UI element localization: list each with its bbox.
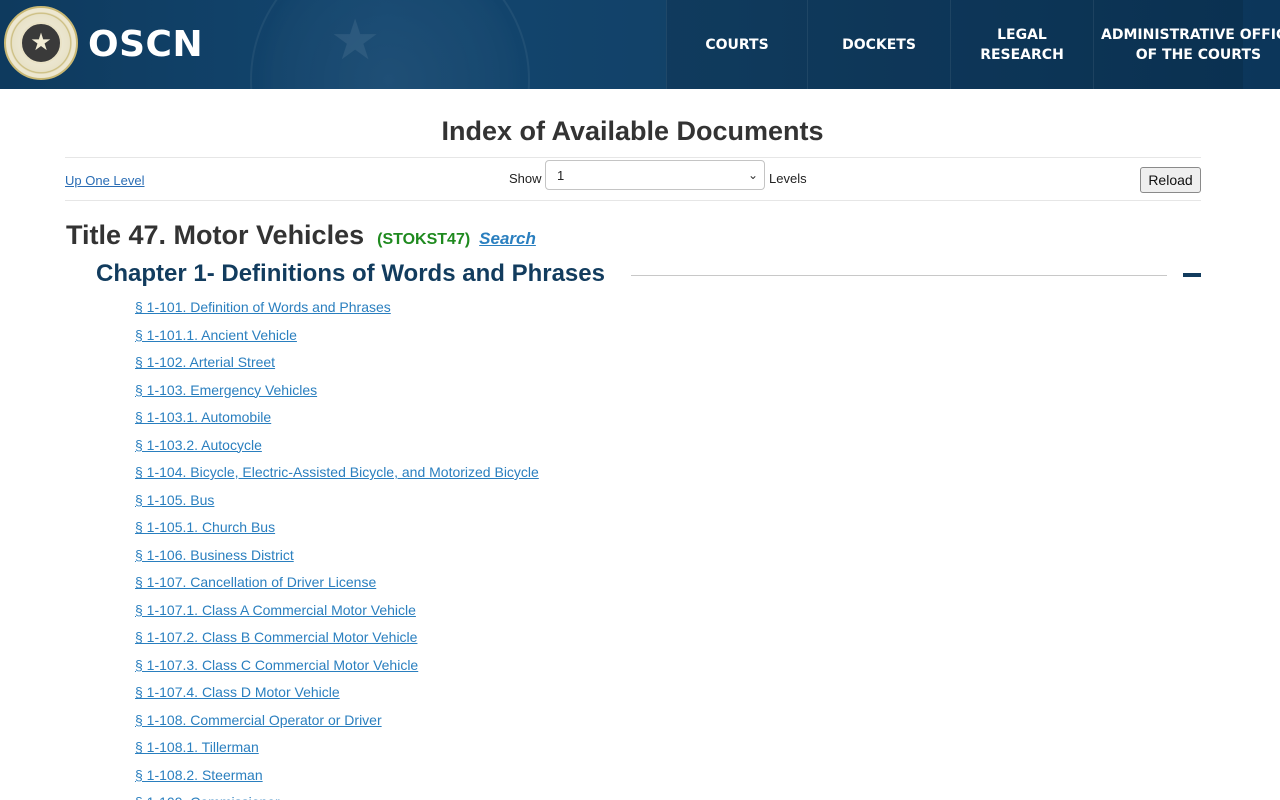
nav-courts[interactable]: COURTS bbox=[666, 0, 807, 89]
levels-select[interactable]: 1 ⌄ bbox=[545, 160, 765, 190]
nav-dockets[interactable]: DOCKETS bbox=[807, 0, 950, 89]
up-one-level-link[interactable]: Up One Level bbox=[65, 173, 145, 188]
nav-courts-label: COURTS bbox=[705, 36, 769, 53]
site-header: ★ ★ OSCN COURTS DOCKETS LEGAL RESEARCH AD… bbox=[0, 0, 1280, 89]
section-link[interactable]: § 1-107.4. Class D Motor Vehicle bbox=[135, 682, 539, 710]
section-link[interactable]: § 1-104. Bicycle, Electric-Assisted Bicy… bbox=[135, 462, 539, 490]
section-link[interactable]: § 1-103. Emergency Vehicles bbox=[135, 380, 539, 408]
minus-icon[interactable] bbox=[1183, 273, 1201, 277]
section-link[interactable]: § 1-108. Commercial Operator or Driver bbox=[135, 710, 539, 738]
nav-administrative-office-label: ADMINISTRATIVE OFFICE OF THE COURTS bbox=[1101, 26, 1280, 63]
header-background-star-icon: ★ bbox=[330, 8, 381, 71]
court-seal-icon[interactable]: ★ bbox=[4, 6, 78, 80]
title-name: Title 47. Motor Vehicles bbox=[66, 220, 365, 250]
title-code: (STOKST47) bbox=[377, 231, 471, 248]
nav-legal-research[interactable]: LEGAL RESEARCH bbox=[950, 0, 1093, 89]
site-logo[interactable]: OSCN bbox=[88, 24, 203, 65]
section-list: § 1-101. Definition of Words and Phrases… bbox=[135, 297, 539, 800]
chapter-title[interactable]: Chapter 1- Definitions of Words and Phra… bbox=[96, 260, 605, 288]
section-link[interactable]: § 1-107.2. Class B Commercial Motor Vehi… bbox=[135, 627, 539, 655]
section-link[interactable]: § 1-107.1. Class A Commercial Motor Vehi… bbox=[135, 600, 539, 628]
chapter-heading: Chapter 1- Definitions of Words and Phra… bbox=[96, 260, 1201, 292]
divider bbox=[65, 200, 1201, 201]
section-link[interactable]: § 1-109. Commissioner bbox=[135, 792, 539, 800]
section-link[interactable]: § 1-103.2. Autocycle bbox=[135, 435, 539, 463]
section-link[interactable]: § 1-101.1. Ancient Vehicle bbox=[135, 325, 539, 353]
section-link[interactable]: § 1-102. Arterial Street bbox=[135, 352, 539, 380]
seal-star-icon: ★ bbox=[20, 22, 62, 64]
section-link[interactable]: § 1-103.1. Automobile bbox=[135, 407, 539, 435]
main-nav: COURTS DOCKETS LEGAL RESEARCH ADMINISTRAT… bbox=[666, 0, 1280, 89]
section-link[interactable]: § 1-108.2. Steerman bbox=[135, 765, 539, 793]
chevron-down-icon: ⌄ bbox=[747, 168, 758, 182]
section-link[interactable]: § 1-106. Business District bbox=[135, 545, 539, 573]
chapter-divider bbox=[631, 275, 1167, 276]
section-link[interactable]: § 1-107.3. Class C Commercial Motor Vehi… bbox=[135, 655, 539, 683]
section-link[interactable]: § 1-101. Definition of Words and Phrases bbox=[135, 297, 539, 325]
title-search-link[interactable]: Search bbox=[479, 229, 536, 249]
levels-select-value: 1 bbox=[557, 167, 565, 183]
nav-administrative-office[interactable]: ADMINISTRATIVE OFFICE OF THE COURTS bbox=[1093, 0, 1280, 89]
section-link[interactable]: § 1-105.1. Church Bus bbox=[135, 517, 539, 545]
levels-label: Levels bbox=[769, 171, 807, 186]
section-link[interactable]: § 1-108.1. Tillerman bbox=[135, 737, 539, 765]
section-link[interactable]: § 1-105. Bus bbox=[135, 490, 539, 518]
title-heading: Title 47. Motor Vehicles (STOKST47) Sear… bbox=[66, 220, 536, 251]
nav-legal-research-label: LEGAL RESEARCH bbox=[980, 26, 1064, 63]
show-label: Show bbox=[509, 171, 542, 186]
section-link[interactable]: § 1-107. Cancellation of Driver License bbox=[135, 572, 539, 600]
reload-button[interactable]: Reload bbox=[1140, 167, 1201, 193]
page-title: Index of Available Documents bbox=[441, 116, 824, 146]
nav-dockets-label: DOCKETS bbox=[842, 36, 916, 53]
divider bbox=[65, 157, 1201, 158]
